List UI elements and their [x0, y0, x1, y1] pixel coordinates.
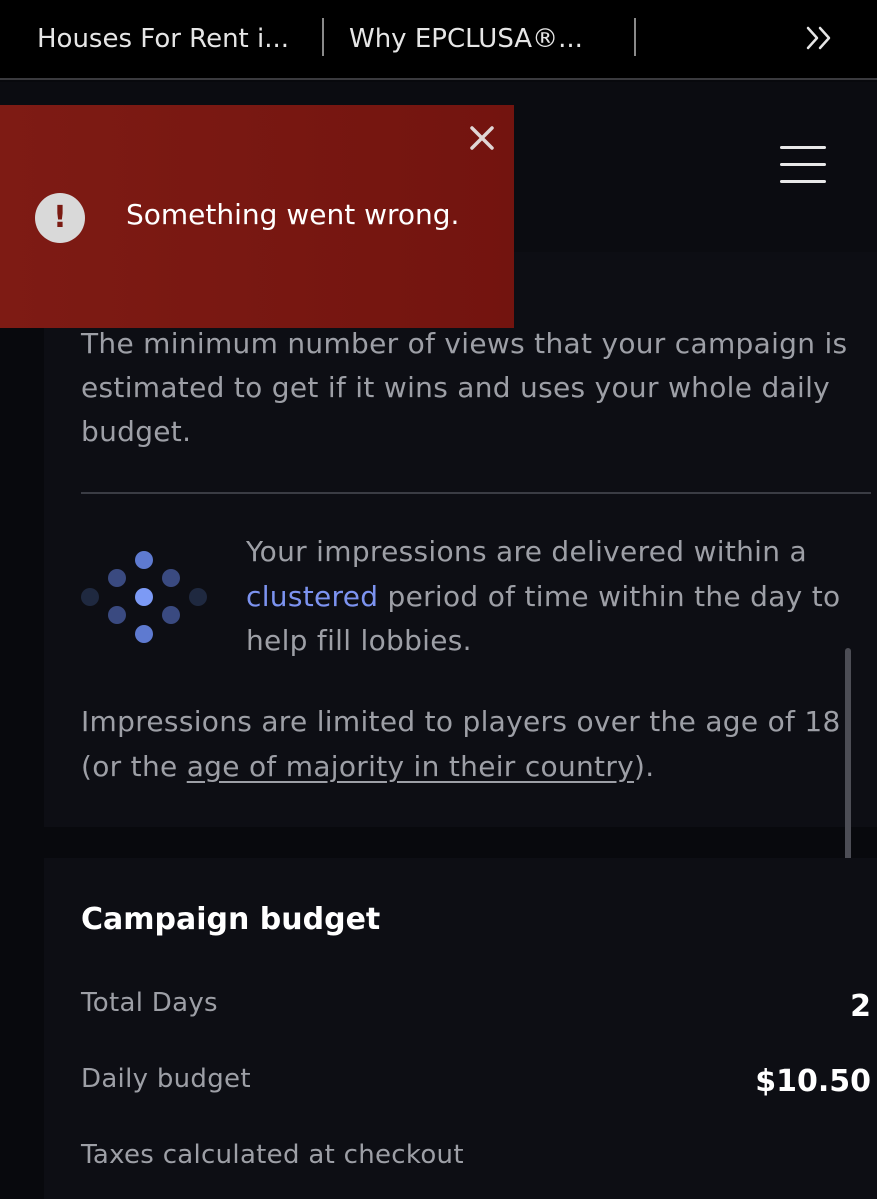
tab-separator	[322, 18, 324, 56]
age-restriction-note: Impressions are limited to players over …	[81, 700, 861, 789]
hamburger-menu-icon[interactable]	[780, 146, 826, 184]
delivery-text-before: Your impressions are delivered within a	[246, 535, 807, 568]
bookmarks-bar: Houses For Rent i... Why EPCLUSA®...	[0, 0, 877, 80]
tab-houses-for-rent[interactable]: Houses For Rent i...	[37, 20, 289, 58]
divider	[81, 492, 871, 494]
delivery-description: Your impressions are delivered within a …	[246, 530, 856, 664]
tab-separator	[634, 18, 636, 56]
tab-why-epclusa[interactable]: Why EPCLUSA®...	[349, 20, 583, 58]
scrollbar[interactable]	[845, 648, 851, 863]
toast-message: Something went wrong.	[126, 198, 460, 231]
exclamation-circle-icon: !	[35, 193, 85, 243]
double-chevron-right-icon[interactable]	[800, 18, 840, 58]
campaign-budget-title: Campaign budget	[81, 902, 381, 937]
taxes-note: Taxes calculated at checkout	[81, 1140, 464, 1170]
daily-budget-label: Daily budget	[81, 1064, 251, 1094]
age-of-majority-link[interactable]: age of majority in their country	[187, 750, 634, 783]
total-days-label: Total Days	[81, 988, 218, 1018]
daily-budget-value: $10.50	[755, 1064, 871, 1099]
clustered-link[interactable]: clustered	[246, 580, 378, 613]
total-days-value: 2	[850, 989, 871, 1024]
views-description: The minimum number of views that your ca…	[81, 327, 848, 448]
age-text-after: ).	[634, 749, 655, 783]
close-icon[interactable]	[466, 122, 498, 154]
clustered-dots-icon	[81, 551, 207, 643]
